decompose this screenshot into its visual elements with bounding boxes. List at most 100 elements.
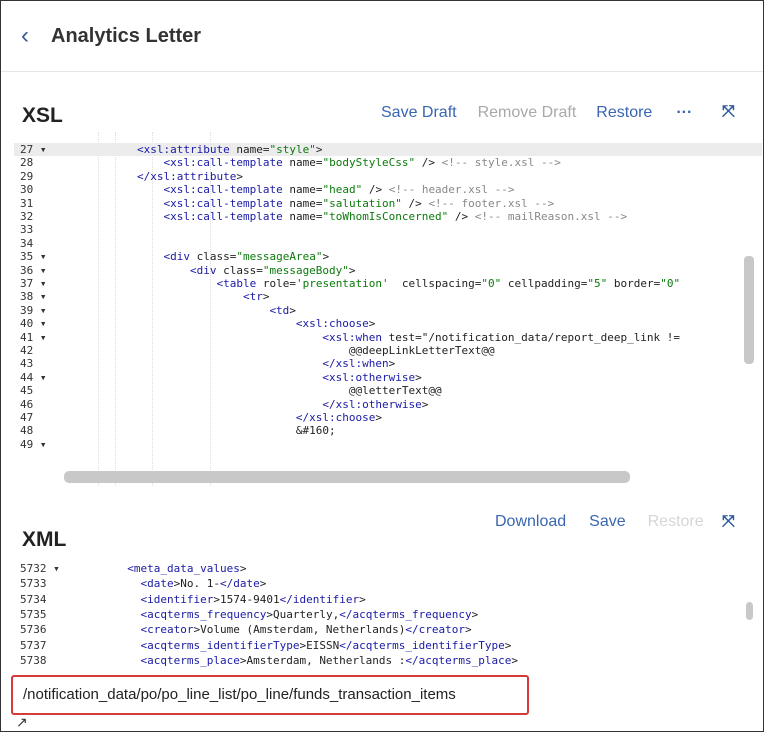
code-line: 35 ▾ <div class="messageArea"> bbox=[14, 250, 762, 263]
line-number: 36 ▾ bbox=[20, 263, 47, 277]
code-line: 36 ▾ <div class="messageBody"> bbox=[14, 264, 762, 277]
line-number: 49 ▾ bbox=[20, 437, 47, 451]
code-text: <xsl:call-template name="bodyStyleCss" /… bbox=[163, 156, 561, 170]
code-line: 5737 <acqterms_identifierType>EISSN</acq… bbox=[14, 639, 762, 652]
xsl-toolbar: Save Draft Remove Draft Restore ··· bbox=[381, 104, 692, 122]
page-header: ‹ Analytics Letter bbox=[1, 1, 763, 72]
download-button[interactable]: Download bbox=[495, 513, 566, 531]
line-number: 27 ▾ bbox=[20, 143, 47, 156]
code-text: <table role='presentation' cellspacing="… bbox=[216, 277, 681, 290]
line-number: 45 bbox=[20, 384, 34, 398]
code-line: 43 </xsl:when> bbox=[14, 357, 762, 370]
xpath-field[interactable]: /notification_data/po/po_line_list/po_li… bbox=[11, 675, 529, 715]
code-line: 44 ▾ <xsl:otherwise> bbox=[14, 371, 762, 384]
code-line: 32 <xsl:call-template name="toWhomIsConc… bbox=[14, 210, 762, 223]
line-number: 5738 bbox=[20, 653, 47, 667]
code-text: </xsl:choose> bbox=[295, 411, 383, 424]
code-text: <div class="messageBody"> bbox=[189, 263, 356, 277]
code-text: <xsl:call-template name="salutation" /> … bbox=[163, 196, 555, 210]
remove-draft-button[interactable]: Remove Draft bbox=[478, 104, 577, 122]
code-text: @@letterText@@ bbox=[84, 384, 442, 398]
line-number: 44 ▾ bbox=[20, 370, 47, 384]
line-number: 33 bbox=[20, 223, 34, 237]
more-options-icon[interactable]: ··· bbox=[676, 104, 692, 122]
line-number: 38 ▾ bbox=[20, 290, 47, 304]
save-button[interactable]: Save bbox=[589, 513, 625, 531]
line-number: 37 ▾ bbox=[20, 277, 47, 290]
code-text: <xsl:call-template name="toWhomIsConcern… bbox=[163, 210, 628, 223]
code-text: @@deepLinkLetterText@@ bbox=[84, 344, 495, 357]
expand-icon[interactable]: ⤧ bbox=[722, 103, 735, 121]
save-draft-button[interactable]: Save Draft bbox=[381, 104, 457, 122]
xml-expand-icon[interactable]: ⤧ bbox=[722, 513, 735, 531]
line-number: 5735 bbox=[20, 607, 47, 621]
code-line: 27 ▾ <xsl:attribute name="style"> bbox=[14, 143, 762, 156]
code-line: 41 ▾ <xsl:when test="/notification_data/… bbox=[14, 331, 762, 344]
code-line: 46 </xsl:otherwise> bbox=[14, 398, 762, 411]
code-line: 37 ▾ <table role='presentation' cellspac… bbox=[14, 277, 762, 290]
xsl-code-editor[interactable]: 27 ▾ <xsl:attribute name="style"> 28 <xsl… bbox=[14, 132, 762, 486]
xsl-horizontal-scrollbar[interactable] bbox=[64, 471, 630, 483]
code-text: <creator>Volume (Amsterdam, Netherlands)… bbox=[140, 623, 472, 637]
code-line: 5733 <date>No. 1-</date> bbox=[14, 577, 762, 590]
line-number: 30 bbox=[20, 183, 34, 197]
code-text: <acqterms_identifierType>EISSN</acqterms… bbox=[140, 638, 512, 652]
code-text: <td> bbox=[269, 303, 296, 317]
line-number: 29 bbox=[20, 169, 34, 183]
line-number: 35 ▾ bbox=[20, 250, 47, 264]
code-line: 38 ▾ <tr> bbox=[14, 290, 762, 303]
code-line: 5734 <identifier>1574-9401</identifier> bbox=[14, 593, 762, 606]
line-number: 39 ▾ bbox=[20, 303, 47, 317]
xml-section-title: XML bbox=[22, 528, 67, 551]
code-text: <meta_data_values> bbox=[127, 562, 247, 575]
code-text: <div class="messageArea"> bbox=[163, 250, 330, 264]
code-line: 49 ▾ bbox=[14, 438, 762, 451]
code-line: 31 <xsl:call-template name="salutation" … bbox=[14, 197, 762, 210]
code-text: <xsl:when test="/notification_data/repor… bbox=[322, 330, 681, 344]
code-line: 5738 <acqterms_place>Amsterdam, Netherla… bbox=[14, 654, 762, 667]
line-number: 48 bbox=[20, 424, 34, 438]
line-number: 28 bbox=[20, 156, 34, 170]
line-number: 31 bbox=[20, 196, 34, 210]
line-number: 40 ▾ bbox=[20, 317, 47, 331]
code-text: <acqterms_place>Amsterdam, Netherlands :… bbox=[140, 653, 519, 667]
line-number: 5733 bbox=[20, 577, 47, 591]
line-number: 43 bbox=[20, 357, 34, 371]
code-line: 29 </xsl:attribute> bbox=[14, 170, 762, 183]
code-text: </xsl:when> bbox=[322, 357, 396, 371]
line-number: 5734 bbox=[20, 592, 47, 606]
code-line: 30 <xsl:call-template name="head" /> <!-… bbox=[14, 183, 762, 196]
resize-arrow-icon[interactable]: ↗ bbox=[16, 714, 28, 731]
code-line: 42 @@deepLinkLetterText@@ bbox=[14, 344, 762, 357]
xsl-vertical-scrollbar[interactable] bbox=[744, 256, 754, 364]
code-line: 5732 ▾ <meta_data_values> bbox=[14, 562, 762, 575]
code-line: 48 &#160; bbox=[14, 424, 762, 437]
line-number: 5737 bbox=[20, 638, 47, 652]
xpath-value: /notification_data/po/po_line_list/po_li… bbox=[23, 686, 456, 703]
restore-button[interactable]: Restore bbox=[596, 104, 652, 122]
line-number: 5736 bbox=[20, 623, 47, 637]
code-line: 33 bbox=[14, 223, 762, 236]
code-line: 47 </xsl:choose> bbox=[14, 411, 762, 424]
code-text: &#160; bbox=[84, 424, 336, 438]
code-text: <acqterms_frequency>Quarterly,</acqterms… bbox=[140, 607, 479, 621]
xml-vertical-scrollbar[interactable] bbox=[746, 602, 753, 620]
code-text: <xsl:choose> bbox=[295, 317, 376, 331]
code-text: <identifier>1574-9401</identifier> bbox=[140, 592, 366, 606]
code-line: 39 ▾ <td> bbox=[14, 304, 762, 317]
line-number: 34 bbox=[20, 236, 34, 250]
xml-code-editor[interactable]: 5732 ▾ <meta_data_values> 5733 <date>No. … bbox=[14, 556, 762, 674]
code-line: 40 ▾ <xsl:choose> bbox=[14, 317, 762, 330]
code-text: <xsl:attribute name="style"> bbox=[136, 143, 323, 156]
line-number: 47 bbox=[20, 411, 34, 424]
code-text: </xsl:otherwise> bbox=[322, 397, 429, 411]
line-number: 5732 ▾ bbox=[20, 562, 60, 575]
code-text: <xsl:otherwise> bbox=[322, 370, 422, 384]
code-text: <xsl:call-template name="head" /> <!-- h… bbox=[163, 183, 515, 197]
line-number: 32 bbox=[20, 210, 34, 223]
back-icon[interactable]: ‹ bbox=[21, 23, 29, 49]
code-text: <date>No. 1-</date> bbox=[140, 577, 267, 591]
xml-restore-button[interactable]: Restore bbox=[648, 513, 704, 531]
xsl-section-title: XSL bbox=[22, 104, 63, 127]
code-line: 34 bbox=[14, 237, 762, 250]
